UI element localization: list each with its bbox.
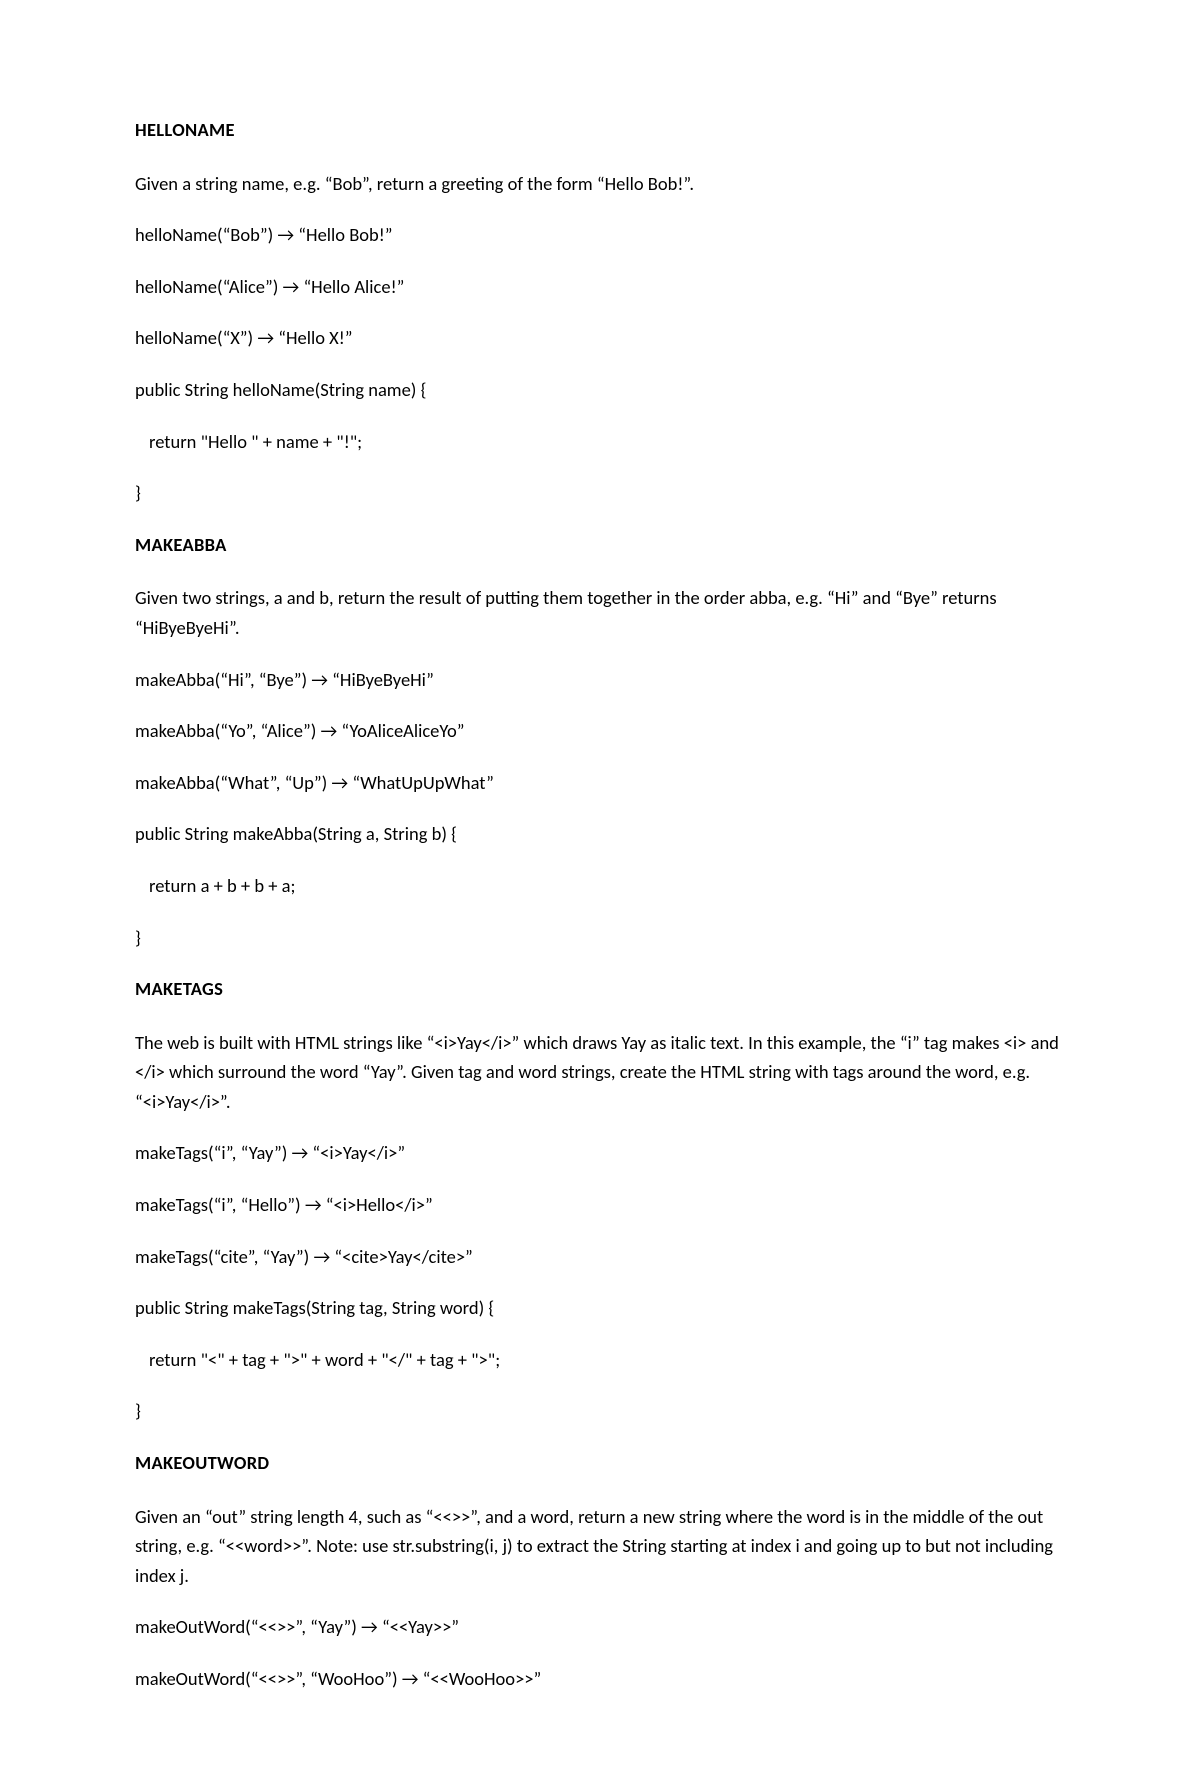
example-line: makeAbba(“Yo”, “Alice”) → “YoAliceAliceY… — [135, 716, 1065, 746]
example-line: makeAbba(“What”, “Up”) → “WhatUpUpWhat” — [135, 768, 1065, 798]
code-line: } — [135, 1396, 1065, 1426]
example-line: makeTags(“cite”, “Yay”) → “<cite>Yay</ci… — [135, 1242, 1065, 1272]
document-page: HELLONAME Given a string name, e.g. “Bob… — [0, 0, 1200, 1776]
section-description: The web is built with HTML strings like … — [135, 1028, 1065, 1117]
section-title: MAKEOUTWORD — [135, 1448, 1065, 1478]
example-line: helloName(“X”) → “Hello X!” — [135, 323, 1065, 353]
section-title: MAKEABBA — [135, 530, 1065, 560]
code-line: public String makeAbba(String a, String … — [135, 819, 1065, 849]
section-description: Given a string name, e.g. “Bob”, return … — [135, 169, 1065, 199]
section-title: HELLONAME — [135, 115, 1065, 145]
code-line: public String makeTags(String tag, Strin… — [135, 1293, 1065, 1323]
code-line: return "Hello " + name + "!"; — [135, 427, 1065, 457]
section-title: MAKETAGS — [135, 974, 1065, 1004]
example-line: helloName(“Bob”) → “Hello Bob!” — [135, 220, 1065, 250]
example-line: makeOutWord(“<<>>”, “WooHoo”) → “<<WooHo… — [135, 1664, 1065, 1694]
code-line: public String helloName(String name) { — [135, 375, 1065, 405]
code-line: } — [135, 923, 1065, 953]
example-line: helloName(“Alice”) → “Hello Alice!” — [135, 272, 1065, 302]
code-line: return "<" + tag + ">" + word + "</" + t… — [135, 1345, 1065, 1375]
code-line: return a + b + b + a; — [135, 871, 1065, 901]
section-description: Given two strings, a and b, return the r… — [135, 583, 1065, 642]
code-line: } — [135, 478, 1065, 508]
example-line: makeOutWord(“<<>>”, “Yay”) → “<<Yay>>” — [135, 1612, 1065, 1642]
example-line: makeTags(“i”, “Yay”) → “<i>Yay</i>” — [135, 1138, 1065, 1168]
example-line: makeTags(“i”, “Hello”) → “<i>Hello</i>” — [135, 1190, 1065, 1220]
example-line: makeAbba(“Hi”, “Bye”) → “HiByeByeHi” — [135, 665, 1065, 695]
section-description: Given an “out” string length 4, such as … — [135, 1502, 1065, 1591]
